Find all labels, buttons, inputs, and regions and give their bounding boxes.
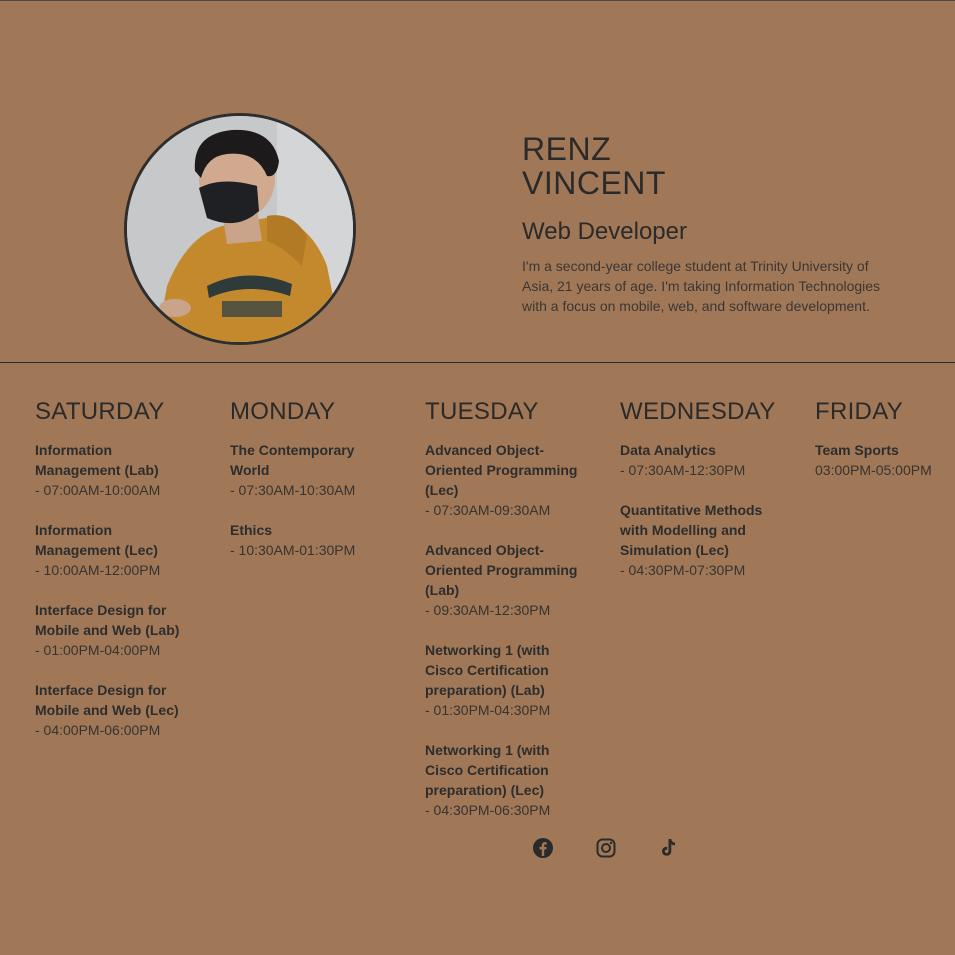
course-title: Team Sports (815, 442, 899, 458)
day-heading: MONDAY (230, 398, 336, 425)
course-item: Interface Design for Mobile and Web (Lec… (35, 680, 200, 740)
first-name: RENZ (522, 131, 612, 167)
day-heading: SATURDAY (35, 398, 165, 425)
course-time: - 07:30AM-09:30AM (425, 502, 551, 518)
hero-section: RENZ VINCENT Web Developer I'm a second-… (0, 0, 955, 363)
day-column-friday: FRIDAY Team Sports 03:00PM-05:00PM (815, 398, 950, 500)
course-item: The Contemporary World - 07:30AM-10:30AM (230, 440, 395, 500)
course-item: Networking 1 (with Cisco Certification p… (425, 740, 590, 820)
course-time: - 10:30AM-01:30PM (230, 542, 356, 558)
day-heading: FRIDAY (815, 398, 904, 425)
course-time: - 07:30AM-12:30PM (620, 462, 746, 478)
facebook-icon (533, 838, 553, 858)
course-time: - 01:30PM-04:30PM (425, 702, 551, 718)
course-title: The Contemporary World (230, 442, 355, 478)
instagram-link[interactable] (594, 836, 618, 860)
social-links (0, 836, 955, 862)
day-column-tuesday: TUESDAY Advanced Object-Oriented Program… (425, 398, 590, 840)
course-time: - 04:00PM-06:00PM (35, 722, 161, 738)
course-title: Ethics (230, 522, 273, 538)
course-item: Information Management (Lec) - 10:00AM-1… (35, 520, 200, 580)
avatar (124, 113, 356, 345)
course-title: Networking 1 (with Cisco Certification p… (425, 642, 550, 698)
course-title: Quantitative Methods with Modelling and … (620, 502, 763, 558)
course-item: Team Sports 03:00PM-05:00PM (815, 440, 950, 480)
course-item: Advanced Object-Oriented Programming (Le… (425, 440, 590, 520)
course-item: Data Analytics - 07:30AM-12:30PM (620, 440, 785, 480)
course-title: Networking 1 (with Cisco Certification p… (425, 742, 550, 798)
intro: RENZ VINCENT Web Developer I'm a second-… (522, 132, 902, 316)
day-column-saturday: SATURDAY Information Management (Lab) - … (35, 398, 200, 760)
course-item: Advanced Object-Oriented Programming (La… (425, 540, 590, 620)
course-time: - 07:30AM-10:30AM (230, 482, 356, 498)
course-time: 03:00PM-05:00PM (815, 462, 932, 478)
course-item: Information Management (Lab) - 07:00AM-1… (35, 440, 200, 500)
profile-photo (127, 116, 353, 342)
day-column-monday: MONDAY The Contemporary World - 07:30AM-… (230, 398, 395, 580)
course-item: Quantitative Methods with Modelling and … (620, 500, 785, 580)
course-title: Advanced Object-Oriented Programming (Le… (425, 442, 578, 498)
course-title: Interface Design for Mobile and Web (Lec… (35, 682, 179, 718)
last-name: VINCENT (522, 165, 666, 201)
course-time: - 07:00AM-10:00AM (35, 482, 161, 498)
facebook-link[interactable] (531, 836, 555, 860)
course-title: Information Management (Lec) (35, 522, 158, 558)
course-item: Ethics - 10:30AM-01:30PM (230, 520, 395, 560)
day-column-wednesday: WEDNESDAY Data Analytics - 07:30AM-12:30… (620, 398, 785, 600)
instagram-icon (596, 838, 616, 858)
course-title: Data Analytics (620, 442, 716, 458)
course-title: Advanced Object-Oriented Programming (La… (425, 542, 578, 598)
day-heading: WEDNESDAY (620, 398, 776, 425)
course-title: Interface Design for Mobile and Web (Lab… (35, 602, 180, 638)
tiktok-icon (662, 839, 675, 856)
course-time: - 09:30AM-12:30PM (425, 602, 551, 618)
course-title: Information Management (Lab) (35, 442, 159, 478)
profile-bio: I'm a second-year college student at Tri… (522, 258, 881, 314)
course-item: Interface Design for Mobile and Web (Lab… (35, 600, 200, 660)
course-time: - 04:30PM-06:30PM (425, 802, 551, 818)
day-heading: TUESDAY (425, 398, 539, 425)
profile-name: RENZ VINCENT (522, 132, 902, 200)
tiktok-link[interactable] (656, 836, 680, 860)
course-time: - 10:00AM-12:00PM (35, 562, 161, 578)
course-item: Networking 1 (with Cisco Certification p… (425, 640, 590, 720)
course-time: - 04:30PM-07:30PM (620, 562, 746, 578)
course-time: - 01:00PM-04:00PM (35, 642, 161, 658)
profile-role: Web Developer (522, 218, 687, 245)
